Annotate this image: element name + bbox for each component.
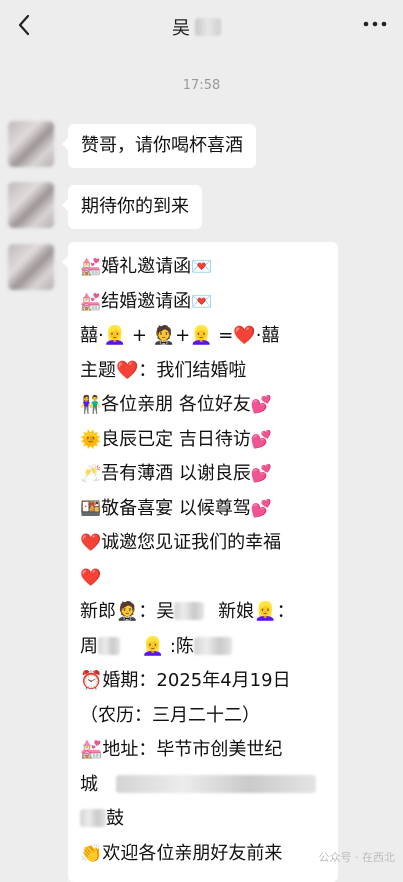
invitation-line: 主题❤️：我们结婚啦 <box>80 359 247 381</box>
bride-label: 新娘👱‍♀️： <box>218 601 295 622</box>
couple-names-line-2: 周 👱‍♀️ :陈 <box>80 630 326 665</box>
invitation-line: 囍·👱‍♀️ + 🤵+👱‍♀️ =❤️·囍 <box>80 325 280 346</box>
more-button[interactable] <box>361 12 389 36</box>
address-line-3: 鼓 <box>80 802 326 837</box>
lunar-date-line: （农历：三月二十二） <box>80 704 260 726</box>
address-tail: 鼓 <box>106 808 124 829</box>
name-redaction <box>195 18 221 36</box>
invitation-line: 🌞良辰已定 吉日待访💕 <box>80 428 273 450</box>
address-line-2: 城 <box>80 768 326 803</box>
surname-zhou: 周 <box>80 635 98 657</box>
chat-header: 吴 <box>0 0 403 52</box>
chat-title: 吴 <box>172 14 221 40</box>
redaction <box>116 774 316 793</box>
invitation-line: ❤️诚邀您见证我们的幸福 <box>80 532 282 553</box>
message-text: 期待你的到来 <box>81 196 189 217</box>
welcome-line: 👏欢迎各位亲朋好友前来 <box>80 842 283 864</box>
avatar[interactable] <box>8 244 54 290</box>
invitation-line: 🥂吾有薄酒 以谢良辰💕 <box>80 463 273 484</box>
invitation-line: 👫各位亲朋 各位好友💕 <box>80 394 273 415</box>
more-dots-icon <box>363 21 387 27</box>
avatar[interactable] <box>8 121 54 167</box>
invitation-line: 💒婚礼邀请函💌 <box>80 256 213 277</box>
watermark: 公众号 · 在西北 <box>318 851 396 864</box>
couple-names-line: 新郎🤵：吴 新娘👱‍♀️： <box>80 595 326 630</box>
redaction <box>80 809 106 827</box>
back-button[interactable] <box>10 8 38 42</box>
invitation-line: ❤️ <box>80 567 102 588</box>
message-timestamp: 17:58 <box>182 78 221 93</box>
redaction <box>98 636 120 655</box>
chevron-left-icon <box>18 14 30 36</box>
message-text: 赞哥，请你喝杯喜酒 <box>81 135 243 156</box>
invitation-line: 💒结婚邀请函💌 <box>80 290 213 312</box>
city-prefix: 城 <box>80 773 98 795</box>
message-bubble[interactable]: 赞哥，请你喝杯喜酒 <box>62 124 256 168</box>
bride-name-prefix: 👱‍♀️ :陈 <box>141 635 194 657</box>
groom-label: 新郎🤵：吴 <box>80 601 175 622</box>
invitation-line: 🍱敬备喜宴 以候尊驾💕 <box>80 497 273 519</box>
redaction <box>193 636 232 655</box>
redaction <box>174 602 205 620</box>
wedding-date-line: ⏰婚期：2025年4月19日 <box>80 670 291 691</box>
contact-name: 吴 <box>172 18 191 39</box>
message-bubble[interactable]: 期待你的到来 <box>62 185 202 229</box>
invitation-message-bubble[interactable]: 💒婚礼邀请函💌 💒结婚邀请函💌 囍·👱‍♀️ + 🤵+👱‍♀️ =❤️·囍 主题… <box>62 242 338 882</box>
avatar[interactable] <box>8 182 54 228</box>
address-line: 💒地址：毕节市创美世纪 <box>80 739 283 760</box>
